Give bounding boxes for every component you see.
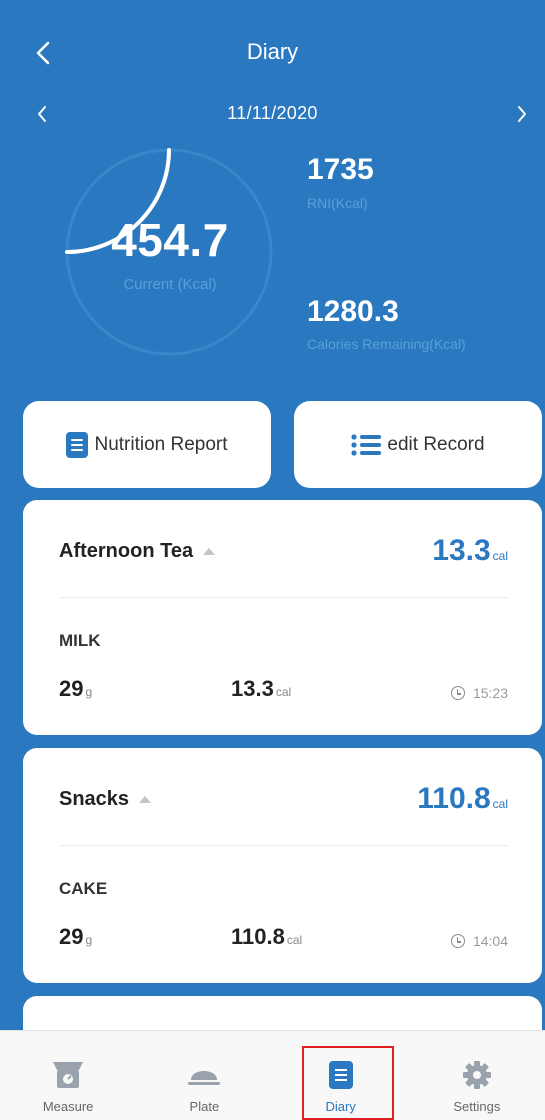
food-weight-value: 29 <box>59 676 84 701</box>
food-item-name[interactable]: CAKE <box>59 879 107 899</box>
food-weight-unit: g <box>85 685 93 699</box>
food-weight: 29 g <box>59 924 92 950</box>
list-icon <box>351 433 382 456</box>
chevron-right-icon <box>518 106 526 122</box>
tab-settings[interactable]: Settings <box>409 1031 545 1120</box>
plate-icon <box>188 1071 221 1085</box>
next-day-button[interactable] <box>512 102 532 126</box>
food-time-value: 14:04 <box>472 933 508 949</box>
meal-total-unit: cal <box>492 549 508 563</box>
diary-screen: Diary 11/11/2020 454.7 Current (Kcal) 17… <box>0 0 545 1120</box>
meal-header-toggle[interactable]: Snacks <box>59 788 152 811</box>
divider <box>59 597 508 598</box>
food-item-name[interactable]: MILK <box>59 631 101 651</box>
food-calories-unit: cal <box>275 685 292 699</box>
food-time: 14:04 <box>450 933 508 949</box>
meal-total-calories: 110.8 cal <box>417 782 508 816</box>
meal-name: Snacks <box>59 788 130 810</box>
food-calories-unit: cal <box>286 933 303 947</box>
caret-up-icon <box>139 796 152 803</box>
clock-icon <box>450 686 465 700</box>
meal-name: Afternoon Tea <box>59 540 194 562</box>
food-weight-unit: g <box>85 933 93 947</box>
meal-total-value: 110.8 <box>417 782 491 815</box>
current-date: 11/11/2020 <box>227 103 318 123</box>
food-calories: 13.3 cal <box>231 676 291 702</box>
tab-plate[interactable]: Plate <box>136 1031 272 1120</box>
gear-icon <box>462 1061 491 1089</box>
clock-icon <box>450 934 465 948</box>
remaining-calories-value: 1280.3 <box>307 295 399 328</box>
food-time-value: 15:23 <box>472 685 508 701</box>
nutrition-report-button[interactable]: Nutrition Report <box>23 401 271 488</box>
food-calories: 110.8 cal <box>231 924 302 950</box>
tab-measure[interactable]: Measure <box>0 1031 136 1120</box>
meal-total-calories: 13.3 cal <box>432 534 508 568</box>
document-icon <box>66 431 89 458</box>
scale-icon <box>53 1062 84 1088</box>
meal-card-snacks: Snacks 110.8 cal CAKE 29 g 110.8 cal 14:… <box>23 748 542 983</box>
nutrition-report-label: Nutrition Report <box>94 433 228 455</box>
active-tab-highlight <box>302 1046 394 1120</box>
caret-up-icon <box>203 548 216 555</box>
current-calories-value: 454.7 <box>111 214 229 266</box>
rni-value: 1735 <box>307 153 374 186</box>
edit-record-label: edit Record <box>387 433 485 455</box>
food-calories-value: 13.3 <box>231 676 274 701</box>
rni-label: RNI(Kcal) <box>307 195 368 211</box>
meal-total-value: 13.3 <box>432 534 491 567</box>
food-weight-value: 29 <box>59 924 84 949</box>
meal-header-toggle[interactable]: Afternoon Tea <box>59 540 216 563</box>
food-weight: 29 g <box>59 676 92 702</box>
food-time: 15:23 <box>450 685 508 701</box>
tab-label: Settings <box>453 1099 501 1114</box>
tab-label: Measure <box>42 1099 94 1114</box>
meal-total-unit: cal <box>492 797 508 811</box>
divider <box>59 845 508 846</box>
bottom-tab-bar: Measure Plate Diary Settings <box>0 1030 545 1120</box>
tab-label: Plate <box>189 1099 220 1114</box>
meal-card-afternoon-tea: Afternoon Tea 13.3 cal MILK 29 g 13.3 ca… <box>23 500 542 735</box>
current-calories-label: Current (Kcal) <box>123 276 217 293</box>
food-calories-value: 110.8 <box>231 924 285 949</box>
edit-record-button[interactable]: edit Record <box>294 401 542 488</box>
remaining-calories-label: Calories Remaining(Kcal) <box>307 336 466 352</box>
page-title: Diary <box>246 39 299 64</box>
